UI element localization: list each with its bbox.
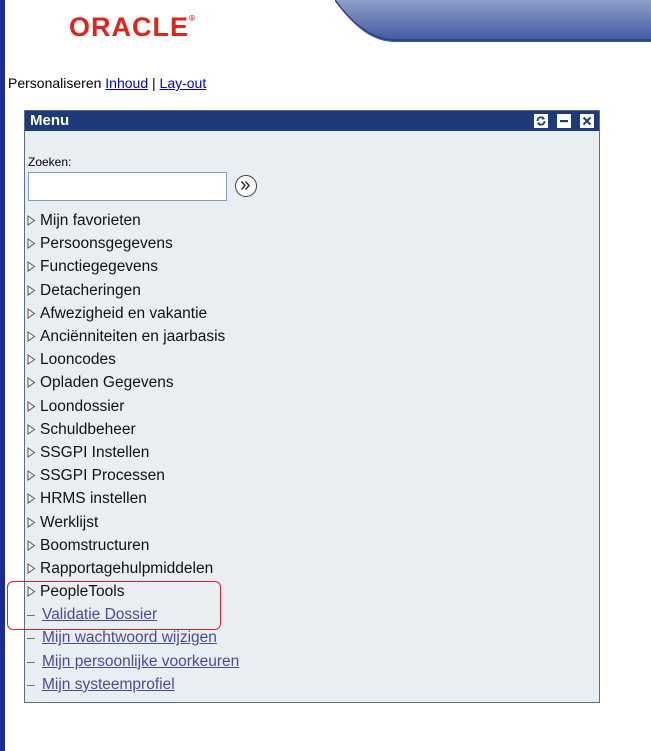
expand-triangle-icon <box>27 441 39 464</box>
personalize-content-link[interactable]: Inhoud <box>105 75 148 91</box>
menu-link-label[interactable]: Mijn systeemprofiel <box>42 673 175 696</box>
menu-folder-label: Persoonsgegevens <box>40 235 173 253</box>
expand-triangle-icon <box>27 232 39 255</box>
expand-triangle-icon <box>27 534 39 557</box>
menu-folder-label: Loondossier <box>40 397 125 415</box>
menu-folder-item[interactable]: Werklijst <box>27 510 587 533</box>
menu-link-label[interactable]: Mijn persoonlijke voorkeuren <box>42 650 239 673</box>
menu-folder-item[interactable]: Mijn favorieten <box>27 209 587 232</box>
expand-triangle-icon <box>27 209 39 232</box>
menu-folder-item[interactable]: Boomstructuren <box>27 534 587 557</box>
expand-triangle-icon <box>27 348 39 371</box>
menu-folder-item[interactable]: PeopleTools <box>27 580 587 603</box>
menu-link-label[interactable]: Validatie Dossier <box>42 603 157 626</box>
header-swoosh-graphic <box>335 0 651 42</box>
menu-link-item[interactable]: – Mijn systeemprofiel <box>27 673 587 696</box>
expand-triangle-icon <box>27 557 39 580</box>
menu-folder-item[interactable]: SSGPI Instellen <box>27 441 587 464</box>
menu-folder-label: Opladen Gegevens <box>40 374 174 392</box>
expand-triangle-icon <box>27 279 39 302</box>
expand-triangle-icon <box>27 395 39 418</box>
menu-folder-label: SSGPI Instellen <box>40 443 150 461</box>
personalize-separator: | <box>152 75 156 91</box>
menu-list: Mijn favorieten Persoonsgegevens Functiege… <box>27 209 587 696</box>
header: ORACLE® <box>5 0 651 62</box>
menu-link-item[interactable]: – Mijn persoonlijke voorkeuren <box>27 650 587 673</box>
menu-folder-label: SSGPI Processen <box>40 467 165 485</box>
menu-folder-item[interactable]: Opladen Gegevens <box>27 371 587 394</box>
expand-triangle-icon <box>27 325 39 348</box>
menu-folder-item[interactable]: Rapportagehulpmiddelen <box>27 557 587 580</box>
menu-link-item[interactable]: – Mijn wachtwoord wijzigen <box>27 626 587 649</box>
menu-link-label[interactable]: Mijn wachtwoord wijzigen <box>42 626 217 649</box>
menu-folder-item[interactable]: Anciënniteiten en jaarbasis <box>27 325 587 348</box>
personalize-bar: Personaliseren Inhoud | Lay-out <box>8 74 206 92</box>
expand-triangle-icon <box>27 487 39 510</box>
refresh-icon[interactable] <box>534 114 548 128</box>
menu-folder-item[interactable]: Detacheringen <box>27 279 587 302</box>
expand-triangle-icon <box>27 255 39 278</box>
menu-folder-label: Mijn favorieten <box>40 212 141 230</box>
expand-triangle-icon <box>27 511 39 534</box>
double-chevron-right-icon <box>240 181 250 190</box>
menu-folder-label: Werklijst <box>40 513 99 531</box>
menu-folder-label: Afwezigheid en vakantie <box>40 304 208 322</box>
menu-folder-label: Looncodes <box>40 351 116 369</box>
menu-folder-item[interactable]: SSGPI Processen <box>27 464 587 487</box>
menu-folder-item[interactable]: HRMS instellen <box>27 487 587 510</box>
personalize-label: Personaliseren <box>8 75 102 91</box>
expand-triangle-icon <box>27 580 39 603</box>
dash-bullet-icon: – <box>27 629 35 646</box>
menu-folder-label: Detacheringen <box>40 281 141 299</box>
menu-folder-item[interactable]: Persoonsgegevens <box>27 232 587 255</box>
search-label: Zoeken: <box>28 155 72 169</box>
search-input[interactable] <box>28 172 227 201</box>
menu-pagelet: Menu Zoeken: Mijn favorieten Persoonsgeg… <box>24 110 600 703</box>
menu-link-item[interactable]: – Validatie Dossier <box>27 603 587 626</box>
dash-bullet-icon: – <box>27 675 35 692</box>
menu-folder-label: PeopleTools <box>40 583 125 601</box>
menu-folder-label: HRMS instellen <box>40 490 147 508</box>
menu-folder-item[interactable]: Schuldbeheer <box>27 418 587 441</box>
minimize-icon[interactable] <box>557 114 571 128</box>
menu-folder-label: Functiegegevens <box>40 258 159 276</box>
search-go-button[interactable] <box>235 175 257 197</box>
logo-text: ORACLE <box>69 12 189 42</box>
expand-triangle-icon <box>27 302 39 325</box>
menu-folder-label: Anciënniteiten en jaarbasis <box>40 328 226 346</box>
menu-title: Menu <box>30 112 70 129</box>
oracle-logo: ORACLE® <box>69 14 196 41</box>
expand-triangle-icon <box>27 371 39 394</box>
menu-folder-label: Rapportagehulpmiddelen <box>40 559 214 577</box>
personalize-layout-link[interactable]: Lay-out <box>160 75 207 91</box>
menu-folder-item[interactable]: Functiegegevens <box>27 255 587 278</box>
logo-registered-mark: ® <box>189 14 196 23</box>
menu-folder-label: Boomstructuren <box>40 536 150 554</box>
menu-folder-item[interactable]: Loondossier <box>27 395 587 418</box>
left-frame-bar <box>0 0 5 751</box>
menu-titlebar: Menu <box>25 111 599 131</box>
close-icon[interactable] <box>580 114 594 128</box>
dash-bullet-icon: – <box>27 652 35 669</box>
expand-triangle-icon <box>27 418 39 441</box>
menu-folder-label: Schuldbeheer <box>40 420 136 438</box>
menu-folder-item[interactable]: Afwezigheid en vakantie <box>27 302 587 325</box>
menu-folder-item[interactable]: Looncodes <box>27 348 587 371</box>
expand-triangle-icon <box>27 464 39 487</box>
dash-bullet-icon: – <box>27 606 35 623</box>
